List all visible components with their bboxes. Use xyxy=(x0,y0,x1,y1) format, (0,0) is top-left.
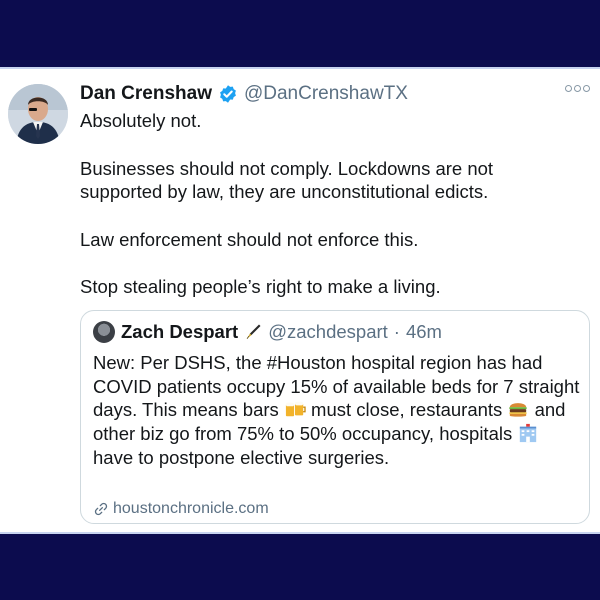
quoted-text-part: must close, restaurants xyxy=(305,399,508,421)
beer-mugs-icon xyxy=(285,402,306,417)
tweet-paragraph: Law enforcement should not enforce this. xyxy=(80,228,419,250)
tweet-text: Absolutely not. Businesses should not co… xyxy=(80,109,580,323)
quoted-tweet-text: New: Per DSHS, the #Houston hospital reg… xyxy=(93,351,581,470)
quoted-tweet-header: Zach Despart @zachdespart · 46m xyxy=(93,321,442,343)
more-dot xyxy=(565,85,572,92)
tweet-header: Dan Crenshaw @DanCrenshawTX xyxy=(80,83,408,105)
author-handle[interactable]: @DanCrenshawTX xyxy=(244,83,408,105)
verified-badge-icon xyxy=(220,85,236,103)
tweet-paragraph: Stop stealing people’s right to make a l… xyxy=(80,276,441,297)
quoted-timestamp[interactable]: 46m xyxy=(406,321,442,343)
author-avatar[interactable] xyxy=(8,84,68,144)
tweet-card: Dan Crenshaw @DanCrenshawTX Absolutely n… xyxy=(0,67,600,534)
more-dot xyxy=(583,85,590,92)
link-icon xyxy=(94,502,108,516)
hospital-icon xyxy=(520,424,537,443)
quoted-tweet[interactable]: Zach Despart @zachdespart · 46m New: Per… xyxy=(80,310,590,524)
quoted-author-avatar[interactable] xyxy=(93,321,115,343)
more-dot xyxy=(574,85,581,92)
more-options-icon[interactable] xyxy=(565,85,590,92)
quoted-author-handle[interactable]: @zachdespart xyxy=(268,321,388,343)
quoted-text-part: have to postpone elective surgeries. xyxy=(93,446,390,468)
quoted-author-name[interactable]: Zach Despart xyxy=(121,321,238,343)
author-name[interactable]: Dan Crenshaw xyxy=(80,83,212,105)
fountain-pen-icon xyxy=(246,324,261,339)
tweet-paragraph: Absolutely not. xyxy=(80,110,202,131)
dot-separator: · xyxy=(393,321,400,342)
tweet-paragraph: Businesses should not comply. Lockdowns … xyxy=(80,157,494,203)
hamburger-icon xyxy=(509,403,528,418)
avatar-photo xyxy=(8,84,68,144)
quoted-link[interactable]: houstonchronicle.com xyxy=(93,500,269,518)
quoted-link-text[interactable]: houstonchronicle.com xyxy=(113,500,269,518)
